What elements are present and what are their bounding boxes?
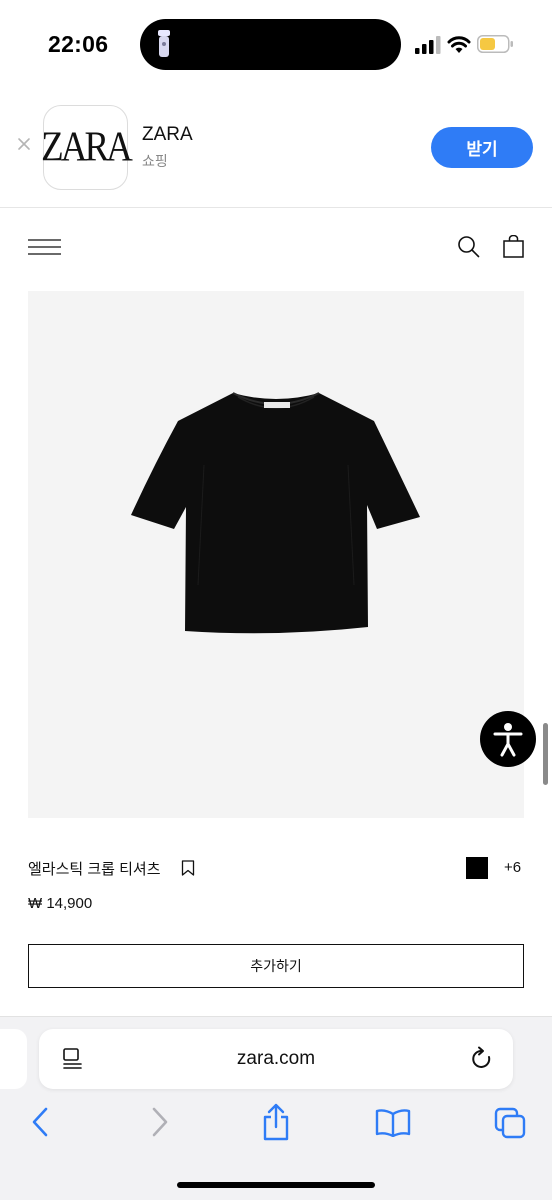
share-icon[interactable] (260, 1103, 292, 1141)
dynamic-island (140, 19, 401, 70)
accessibility-icon (493, 723, 523, 757)
scrollbar[interactable] (543, 723, 548, 785)
t-shirt-image (131, 392, 420, 634)
flashlight-icon (158, 30, 170, 57)
search-icon[interactable] (457, 235, 480, 258)
color-swatch[interactable] (466, 857, 488, 879)
add-to-cart-button[interactable]: 추가하기 (28, 944, 524, 988)
url-text: zara.com (236, 1048, 316, 1069)
more-colors-count[interactable]: +6 (504, 859, 521, 876)
product-name[interactable]: 엘라스틱 크롭 티셔츠 (28, 858, 161, 879)
site-header (0, 209, 552, 285)
get-app-button[interactable]: 받기 (431, 127, 533, 168)
smart-app-banner: ZARA ZARA 쇼핑 받기 (0, 90, 552, 208)
bookmarks-icon[interactable] (375, 1109, 411, 1137)
hamburger-menu-icon[interactable] (28, 239, 61, 255)
address-bar[interactable]: zara.com (39, 1029, 513, 1089)
previous-tab-card[interactable] (0, 1029, 27, 1089)
bookmark-icon[interactable] (181, 860, 195, 876)
product-price: ₩ 14,900 (28, 895, 93, 912)
browser-toolbar: zara.com (0, 1016, 552, 1200)
status-bar: 22:06 (0, 0, 552, 90)
cellular-signal-icon (415, 36, 441, 54)
zara-logo: ZARA (41, 123, 133, 172)
product-image[interactable] (28, 291, 524, 818)
app-icon[interactable]: ZARA (41, 105, 133, 190)
home-indicator (177, 1182, 375, 1188)
accessibility-button[interactable] (480, 711, 536, 767)
app-name: ZARA (142, 124, 193, 145)
app-category: 쇼핑 (142, 153, 168, 169)
forward-icon[interactable] (149, 1106, 171, 1138)
wifi-icon (447, 36, 471, 53)
shopping-bag-icon[interactable] (503, 235, 524, 258)
back-icon[interactable] (29, 1106, 51, 1138)
close-icon[interactable] (14, 134, 34, 154)
battery-icon (477, 35, 513, 53)
tabs-icon[interactable] (494, 1107, 526, 1139)
clock: 22:06 (48, 31, 109, 57)
reload-icon[interactable] (470, 1046, 494, 1072)
